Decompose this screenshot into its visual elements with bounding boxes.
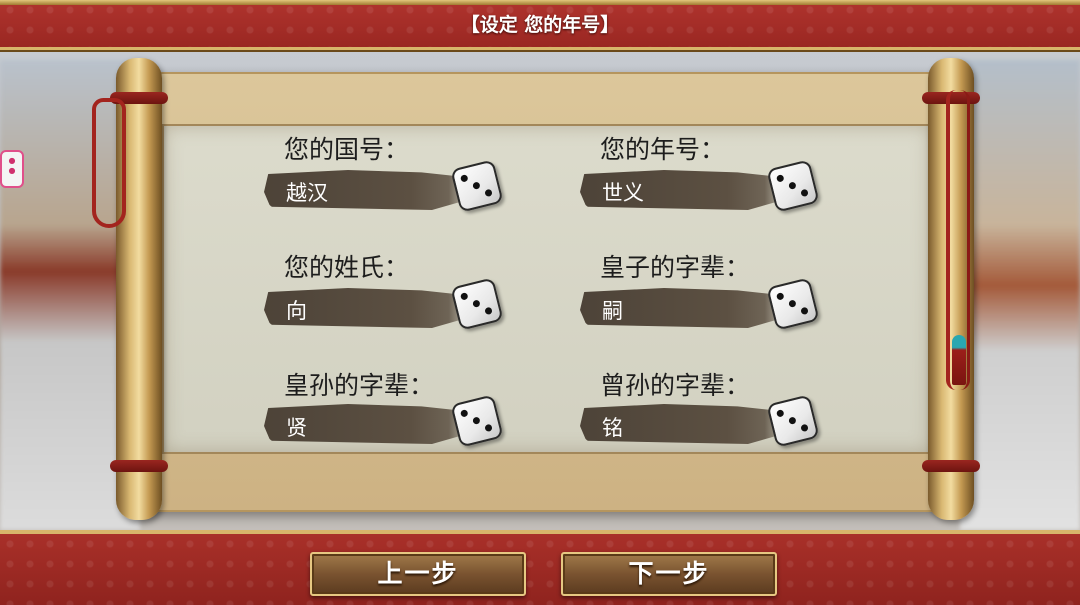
next-step-button[interactable]: 下一步 <box>561 552 777 596</box>
background-right <box>960 60 1080 530</box>
country-name-label: 您的国号： <box>284 135 410 164</box>
rod-cap-icon <box>110 460 168 472</box>
great-grandson-generation-value: 铭 <box>602 416 623 440</box>
scroll-content-panel <box>162 124 932 454</box>
cord-left-icon <box>92 98 126 228</box>
surname-label: 您的姓氏： <box>284 253 410 282</box>
previous-step-button[interactable]: 上一步 <box>310 552 526 596</box>
page-title: 【设定 您的年号】 <box>460 14 620 36</box>
prince-generation-value: 嗣 <box>602 299 623 323</box>
grandson-generation-label: 皇孙的字辈： <box>284 371 435 400</box>
country-name-value: 越汉 <box>286 181 328 205</box>
rod-cap-icon <box>922 460 980 472</box>
great-grandson-generation-label: 曾孙的字辈： <box>600 371 751 400</box>
surname-value: 向 <box>286 299 307 323</box>
header-banner: 【设定 您的年号】 <box>0 0 1080 50</box>
side-badge-icon[interactable]: ● ● <box>0 150 24 188</box>
era-name-value: 世义 <box>602 181 644 205</box>
era-name-label: 您的年号： <box>600 135 726 164</box>
grandson-generation-value: 贤 <box>286 416 307 440</box>
tassel-icon <box>952 335 966 385</box>
footer-banner <box>0 530 1080 605</box>
prince-generation-label: 皇子的字辈： <box>600 253 751 282</box>
